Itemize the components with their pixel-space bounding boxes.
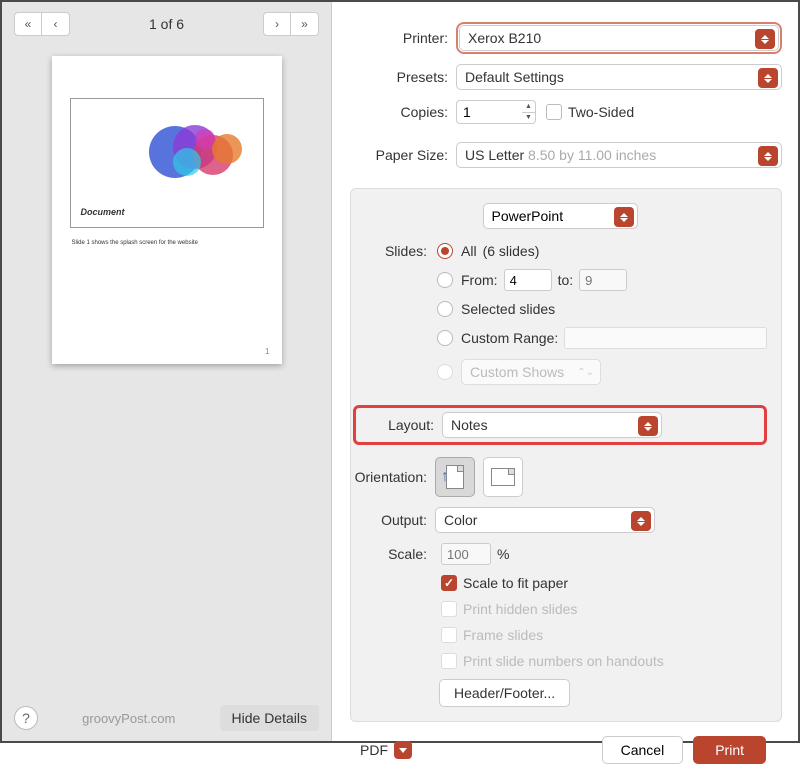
print-hidden-label: Print hidden slides xyxy=(463,601,577,617)
app-dropdown-value: PowerPoint xyxy=(492,208,564,224)
presets-dropdown[interactable]: Default Settings xyxy=(456,64,782,90)
copies-input[interactable] xyxy=(456,100,526,124)
right-footer: PDF Cancel Print xyxy=(344,722,782,778)
printer-dropdown[interactable]: Xerox B210 xyxy=(459,25,779,51)
preview-page-number: 1 xyxy=(265,347,269,356)
hide-details-button[interactable]: Hide Details xyxy=(220,705,319,731)
radio-custom-shows xyxy=(437,364,453,380)
pdf-label: PDF xyxy=(360,742,388,758)
options-panel: Printer: Xerox B210 Presets: Default Set… xyxy=(332,2,798,741)
help-button[interactable]: ? xyxy=(14,706,38,730)
from-label: From: xyxy=(461,272,498,288)
scale-to-fit-checkbox[interactable] xyxy=(441,575,457,591)
first-page-button[interactable]: « xyxy=(14,12,42,36)
two-sided-checkbox[interactable] xyxy=(546,104,562,120)
scale-input[interactable] xyxy=(441,543,491,565)
header-footer-button[interactable]: Header/Footer... xyxy=(439,679,570,707)
left-footer: ? groovyPost.com Hide Details xyxy=(2,695,331,741)
copies-label: Copies: xyxy=(344,104,456,120)
from-input[interactable] xyxy=(504,269,552,291)
printer-label: Printer: xyxy=(344,30,456,46)
pdf-dropdown[interactable]: PDF xyxy=(360,741,412,759)
custom-shows-dropdown: Custom Shows ⌃⌄ xyxy=(461,359,601,385)
slide-numbers-label: Print slide numbers on handouts xyxy=(463,653,664,669)
two-sided-label: Two-Sided xyxy=(568,104,634,120)
dropdown-caret-icon xyxy=(755,29,775,49)
page-portrait-icon xyxy=(446,465,464,489)
presets-label: Presets: xyxy=(344,69,456,85)
dropdown-caret-icon: ⌃⌄ xyxy=(577,367,594,378)
radio-from-slides[interactable] xyxy=(437,272,453,288)
copies-stepper[interactable]: ▲▼ xyxy=(522,100,536,124)
frame-slides-checkbox xyxy=(441,627,457,643)
paper-size-label: Paper Size: xyxy=(344,147,456,163)
slide-notes-text: Slide 1 shows the splash screen for the … xyxy=(72,240,262,246)
layout-dropdown[interactable]: Notes xyxy=(442,412,662,438)
custom-range-label: Custom Range: xyxy=(461,330,558,346)
to-label: to: xyxy=(558,272,574,288)
custom-range-input[interactable] xyxy=(564,327,767,349)
splash-graphic-icon xyxy=(135,107,255,197)
output-value: Color xyxy=(444,512,477,528)
dropdown-caret-icon xyxy=(758,146,778,166)
printer-value: Xerox B210 xyxy=(468,30,541,46)
next-page-button[interactable]: › xyxy=(263,12,291,36)
dropdown-caret-icon xyxy=(614,207,634,227)
all-label: All xyxy=(461,243,477,259)
prev-page-button[interactable]: ‹ xyxy=(42,12,70,36)
slide-thumbnail: Document xyxy=(70,98,264,228)
watermark: groovyPost.com xyxy=(82,711,175,726)
paper-size-dims: 8.50 by 11.00 inches xyxy=(528,147,656,163)
orientation-portrait[interactable]: ↑ xyxy=(435,457,475,497)
preview-panel: « ‹ 1 of 6 › » xyxy=(2,2,332,741)
custom-shows-label: Custom Shows xyxy=(470,364,564,380)
paper-size-dropdown[interactable]: US Letter 8.50 by 11.00 inches xyxy=(456,142,782,168)
presets-value: Default Settings xyxy=(465,69,564,85)
to-input[interactable] xyxy=(579,269,627,291)
all-count: (6 slides) xyxy=(483,243,540,259)
page-preview: Document Slide 1 shows the splash screen… xyxy=(52,56,282,364)
scale-label: Scale: xyxy=(353,546,435,562)
output-label: Output: xyxy=(353,512,435,528)
slide-numbers-checkbox xyxy=(441,653,457,669)
page-nav: « ‹ 1 of 6 › » xyxy=(2,2,331,46)
paper-size-value: US Letter xyxy=(465,147,524,163)
radio-selected-slides[interactable] xyxy=(437,301,453,317)
print-button[interactable]: Print xyxy=(693,736,766,764)
output-dropdown[interactable]: Color xyxy=(435,507,655,533)
preview-area: Document Slide 1 shows the splash screen… xyxy=(2,46,331,695)
percent-label: % xyxy=(497,546,509,562)
radio-all-slides[interactable] xyxy=(437,243,453,259)
last-page-button[interactable]: » xyxy=(291,12,319,36)
dropdown-caret-icon xyxy=(394,741,412,759)
slide-title: Document xyxy=(81,207,125,217)
dropdown-caret-icon xyxy=(631,511,651,531)
slides-label: Slides: xyxy=(353,243,435,259)
print-dialog: « ‹ 1 of 6 › » xyxy=(0,0,800,743)
frame-slides-label: Frame slides xyxy=(463,627,543,643)
scale-to-fit-label: Scale to fit paper xyxy=(463,575,568,591)
powerpoint-options: PowerPoint Slides: All (6 slides) From: xyxy=(350,188,782,722)
dropdown-caret-icon xyxy=(638,416,658,436)
layout-label: Layout: xyxy=(360,417,442,433)
orientation-label: Orientation: xyxy=(353,469,435,485)
app-dropdown[interactable]: PowerPoint xyxy=(483,203,638,229)
page-landscape-icon xyxy=(491,468,515,486)
cancel-button[interactable]: Cancel xyxy=(602,736,684,764)
print-hidden-checkbox xyxy=(441,601,457,617)
page-indicator: 1 of 6 xyxy=(149,16,184,32)
dropdown-caret-icon xyxy=(758,68,778,88)
layout-value: Notes xyxy=(451,417,488,433)
orientation-landscape[interactable]: ↑ xyxy=(483,457,523,497)
radio-custom-range[interactable] xyxy=(437,330,453,346)
selected-slides-label: Selected slides xyxy=(461,301,555,317)
